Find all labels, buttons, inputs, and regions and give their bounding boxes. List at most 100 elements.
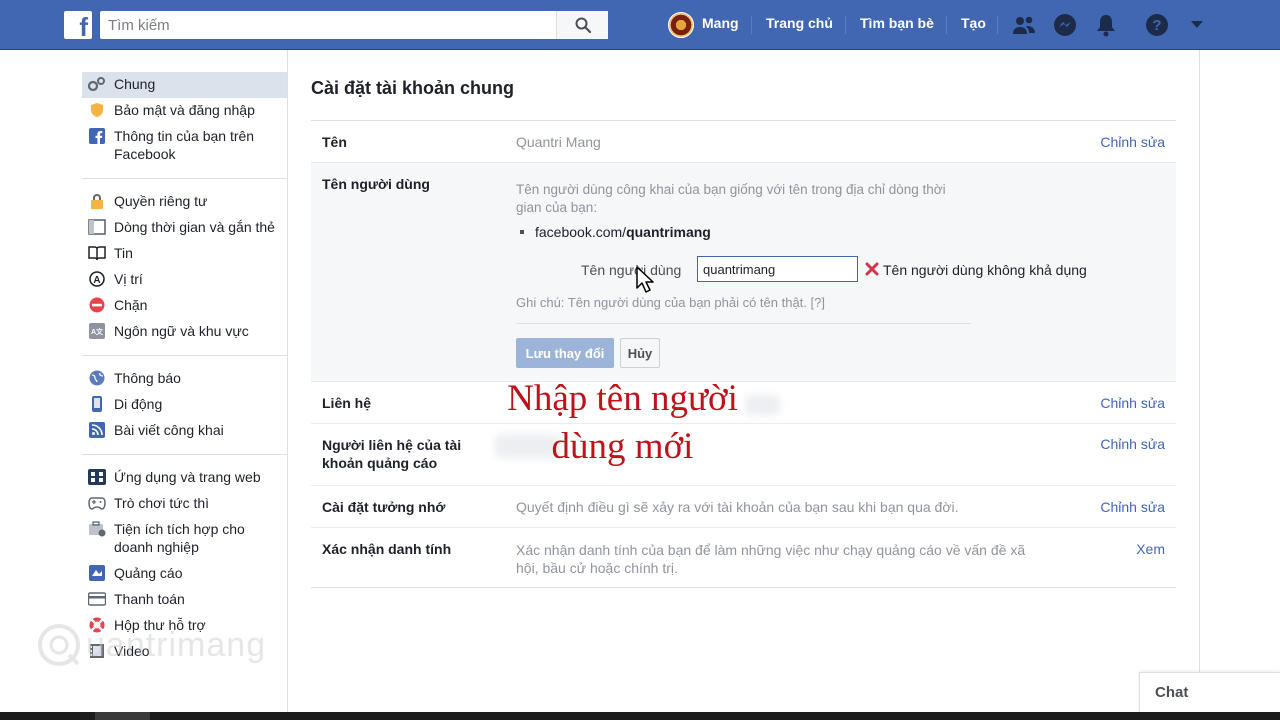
- page-title: Cài đặt tài khoản chung: [311, 78, 515, 98]
- avatar[interactable]: [668, 12, 694, 38]
- row-value: Quantri Mang: [516, 134, 601, 150]
- svg-text:A文: A文: [91, 327, 104, 336]
- mouse-cursor-icon: [636, 266, 654, 293]
- facebook-logo[interactable]: f: [64, 11, 92, 39]
- sidebar-item[interactable]: Chặn: [82, 293, 287, 319]
- row-value: Xác nhận danh tính của bạn để làm những …: [516, 542, 1026, 576]
- sidebar-item-label: Di động: [114, 396, 163, 412]
- profile-link[interactable]: Mang: [702, 15, 739, 31]
- edit-contact-link[interactable]: Chỉnh sửa: [1100, 395, 1165, 411]
- nav-divider: [946, 16, 947, 34]
- block-icon: [88, 296, 106, 314]
- caption-line: Nhập tên người: [507, 378, 738, 419]
- chat-label: Chat: [1155, 684, 1189, 701]
- url-username: quantrimang: [626, 224, 711, 240]
- sidebar-section: Thông báo Di động Bài viết công khai: [82, 366, 287, 455]
- book-icon: [88, 244, 106, 262]
- sidebar-item[interactable]: Tiện ích tích hợp cho doanh nghiệp: [82, 517, 287, 561]
- sidebar-item[interactable]: Trò chơi tức thì: [82, 491, 287, 517]
- gamepad-icon: [88, 494, 106, 512]
- account-menu-arrow-icon[interactable]: [1187, 13, 1207, 37]
- help-icon[interactable]: ?: [1145, 13, 1169, 37]
- home-link[interactable]: Trang chủ: [766, 15, 833, 31]
- username-description: Tên người dùng công khai của bạn giống v…: [516, 182, 946, 215]
- sidebar-item[interactable]: Dòng thời gian và gắn thẻ: [82, 215, 287, 241]
- sidebar-section: Quyền riêng tư Dòng thời gian và gắn thẻ T…: [82, 189, 287, 356]
- sidebar-item[interactable]: Bảo mật và đăng nhập: [82, 98, 287, 124]
- watermark-text: uantrimang: [86, 625, 267, 664]
- bottom-bar-segment: [95, 712, 150, 720]
- edit-name-link[interactable]: Chỉnh sửa: [1100, 134, 1165, 150]
- sidebar-item-label: Bài viết công khai: [114, 422, 224, 438]
- business-integration-icon: [88, 520, 106, 538]
- row-label: Xác nhận danh tính: [322, 541, 452, 557]
- sidebar-item[interactable]: Tin: [82, 241, 287, 267]
- sidebar-item[interactable]: A Vị trí: [82, 267, 287, 293]
- edit-ad-contacts-link[interactable]: Chỉnh sửa: [1100, 436, 1165, 452]
- row-label: Tên: [322, 134, 347, 150]
- sidebar-item-label: Chặn: [114, 297, 148, 313]
- sidebar-item[interactable]: Thanh toán: [82, 587, 287, 613]
- friend-requests-icon[interactable]: [1012, 13, 1036, 37]
- gear-icon: [88, 75, 106, 93]
- sidebar-item-label: Bảo mật và đăng nhập: [114, 102, 255, 118]
- username-error-message: Tên người dùng không khả dụng: [883, 262, 1087, 278]
- sidebar-item-label: Trò chơi tức thì: [114, 495, 210, 511]
- nav-divider: [845, 16, 846, 34]
- cancel-button[interactable]: Hủy: [620, 338, 660, 368]
- sidebar-item[interactable]: Bài viết công khai: [82, 418, 287, 444]
- sidebar-item-label: Vị trí: [114, 271, 143, 287]
- sidebar-item-label: Ngôn ngữ và khu vực: [114, 323, 249, 339]
- username-note: Ghi chú: Tên người dùng của bạn phải có …: [516, 295, 825, 310]
- row-label: Liên hệ: [322, 395, 372, 411]
- username-input[interactable]: [697, 256, 858, 282]
- sidebar-item[interactable]: Thông báo: [82, 366, 287, 392]
- settings-row-identity[interactable]: Xác nhận danh tính Xác nhận danh tính củ…: [311, 528, 1176, 588]
- sidebar-item[interactable]: Thông tin của bạn trên Facebook: [82, 124, 287, 168]
- edit-memorial-link[interactable]: Chỉnh sửa: [1100, 499, 1165, 515]
- timeline-icon: [88, 218, 106, 236]
- sidebar-item[interactable]: A文 Ngôn ngữ và khu vực: [82, 319, 287, 345]
- create-link[interactable]: Tạo: [961, 15, 986, 31]
- top-navigation-bar: f Mang Trang chủ Tìm bạn bè Tạo ?: [0, 0, 1280, 50]
- mobile-icon: [88, 395, 106, 413]
- sidebar-item[interactable]: Ứng dụng và trang web: [82, 465, 287, 491]
- view-identity-link[interactable]: Xem: [1136, 541, 1165, 557]
- divider: [516, 323, 971, 324]
- sidebar-item[interactable]: Quảng cáo: [82, 561, 287, 587]
- search-button[interactable]: [556, 11, 608, 39]
- sidebar-item-label: Quảng cáo: [114, 565, 183, 581]
- messenger-icon[interactable]: [1053, 13, 1077, 37]
- url-prefix: facebook.com/: [535, 224, 627, 240]
- search-icon: [575, 17, 591, 33]
- sidebar-item[interactable]: Quyền riêng tư: [82, 189, 287, 215]
- bottom-bar: [0, 712, 1280, 720]
- username-url: facebook.com/quantrimang: [535, 224, 711, 240]
- search-box: [100, 11, 608, 39]
- credit-card-icon: [88, 590, 106, 608]
- facebook-icon: [88, 127, 106, 145]
- sidebar-item[interactable]: Chung: [82, 72, 287, 98]
- row-label: Cài đặt tưởng nhớ: [322, 499, 446, 515]
- sidebar-item-label: Thông báo: [114, 370, 181, 386]
- search-input[interactable]: [108, 11, 548, 39]
- settings-row-name[interactable]: Tên Quantri Mang Chỉnh sửa: [311, 121, 1176, 163]
- settings-row-memorial[interactable]: Cài đặt tưởng nhớ Quyết định điều gì sẽ …: [311, 486, 1176, 528]
- location-icon: A: [88, 270, 106, 288]
- sidebar-item-label: Chung: [114, 76, 156, 92]
- error-x-icon: [865, 262, 879, 276]
- settings-sidebar: Chung Bảo mật và đăng nhập Thông tin của b…: [82, 72, 287, 685]
- settings-table: Tên Quantri Mang Chỉnh sửa Tên người dùn…: [311, 120, 1176, 588]
- shield-icon: [88, 101, 106, 119]
- sidebar-item-label: Quyền riêng tư: [114, 193, 208, 209]
- row-value: Quyết định điều gì sẽ xảy ra với tài kho…: [516, 499, 959, 515]
- save-changes-button[interactable]: Lưu thay đổi: [516, 338, 614, 368]
- chat-tab[interactable]: Chat: [1139, 672, 1280, 712]
- sidebar-item[interactable]: Di động: [82, 392, 287, 418]
- language-icon: A文: [88, 322, 106, 340]
- notifications-bell-icon[interactable]: [1094, 13, 1118, 37]
- nav-divider: [751, 16, 752, 34]
- sidebar-item-label: Dòng thời gian và gắn thẻ: [114, 219, 275, 235]
- rss-icon: [88, 421, 106, 439]
- find-friends-link[interactable]: Tìm bạn bè: [860, 15, 934, 31]
